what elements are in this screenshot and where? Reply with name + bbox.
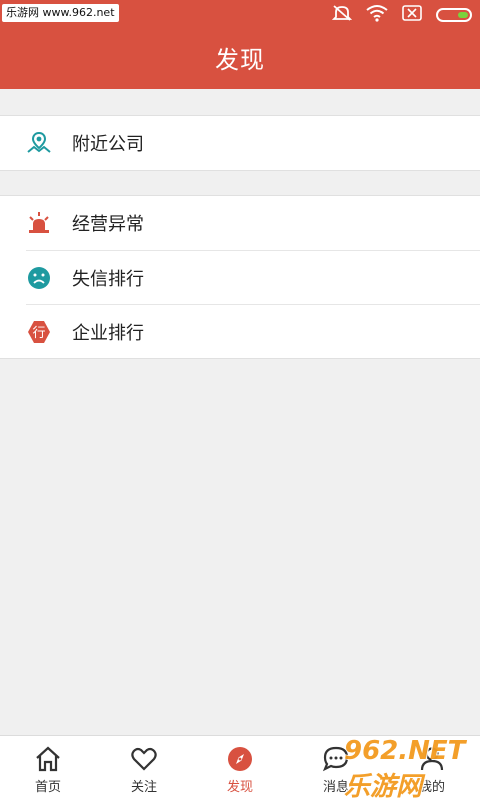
sad-face-icon	[26, 265, 52, 291]
mute-icon	[331, 4, 353, 26]
battery-icon	[436, 8, 472, 22]
ranking-group: 经营异常 失信排行 行 企业排行	[0, 195, 480, 359]
menu-item-abnormal-operation[interactable]: 经营异常	[0, 196, 480, 250]
tab-label: 首页	[34, 780, 61, 795]
location-map-icon	[26, 130, 52, 156]
nearby-group: 附近公司	[0, 115, 480, 171]
no-sim-icon	[402, 5, 422, 25]
watermark-top: 乐游网 www.962.net	[2, 4, 119, 22]
status-bar: 上午10:48 乐游网 www.962.net	[0, 0, 480, 30]
status-icons	[331, 4, 472, 26]
tab-discover[interactable]: 发现	[192, 736, 288, 800]
menu-item-company-ranking[interactable]: 行 企业排行	[26, 304, 480, 358]
menu-item-dishonesty-ranking[interactable]: 失信排行	[26, 250, 480, 304]
alarm-light-icon	[26, 210, 52, 236]
tab-label: 发现	[226, 780, 253, 795]
menu-item-nearby-companies[interactable]: 附近公司	[0, 116, 480, 170]
compass-icon	[226, 745, 254, 773]
home-icon	[34, 745, 62, 773]
menu-label: 失信排行	[72, 268, 144, 290]
hexagon-hang-icon: 行	[26, 319, 52, 345]
tab-follow[interactable]: 关注	[96, 736, 192, 800]
page-title: 发现	[215, 46, 265, 74]
tab-label: 关注	[130, 780, 157, 795]
menu-label: 经营异常	[72, 214, 144, 235]
svg-text:行: 行	[32, 326, 45, 341]
heart-icon	[130, 745, 158, 773]
wifi-icon	[366, 4, 388, 26]
menu-label: 附近公司	[72, 134, 144, 155]
watermark-bottom: 962.NET 乐游网	[344, 735, 466, 800]
app-header: 上午10:48 乐游网 www.962.net 发现	[0, 0, 480, 89]
menu-label: 企业排行	[72, 322, 144, 344]
tab-home[interactable]: 首页	[0, 736, 96, 800]
